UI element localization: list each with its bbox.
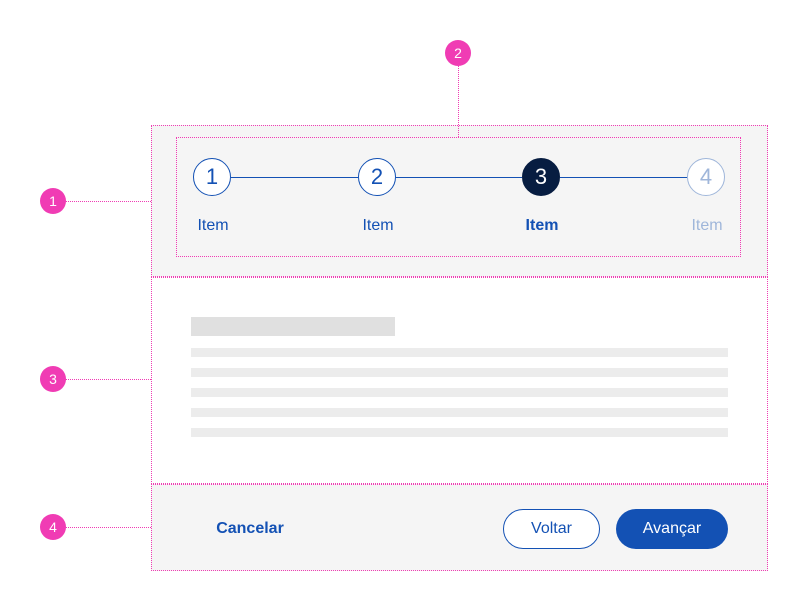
annotation-leader-1 xyxy=(66,201,151,202)
step-connector-1-2 xyxy=(231,177,358,178)
annotation-leader-3 xyxy=(66,379,151,380)
step-connector-3-4 xyxy=(560,177,687,178)
step-4-circle: 4 xyxy=(687,158,725,196)
content-line-placeholder xyxy=(191,348,728,357)
annotation-marker-3: 3 xyxy=(40,366,66,392)
content-line-placeholder xyxy=(191,368,728,377)
annotation-outline-stepper xyxy=(176,137,741,257)
step-2-circle[interactable]: 2 xyxy=(358,158,396,196)
step-3-circle[interactable]: 3 xyxy=(522,158,560,196)
annotation-leader-2 xyxy=(458,66,459,137)
cancel-button[interactable]: Cancelar xyxy=(200,509,300,549)
step-1-circle[interactable]: 1 xyxy=(193,158,231,196)
content-line-placeholder xyxy=(191,388,728,397)
annotation-marker-4: 4 xyxy=(40,514,66,540)
step-4-label: Item xyxy=(691,217,723,234)
step-connector-2-3 xyxy=(396,177,522,178)
content-line-placeholder xyxy=(191,428,728,437)
annotation-marker-1: 1 xyxy=(40,188,66,214)
back-button[interactable]: Voltar xyxy=(503,509,600,549)
annotation-outline-content xyxy=(151,277,768,484)
annotation-leader-4 xyxy=(66,527,151,528)
annotation-marker-2: 2 xyxy=(445,40,471,66)
content-line-placeholder xyxy=(191,408,728,417)
next-button[interactable]: Avançar xyxy=(616,509,728,549)
step-1-label[interactable]: Item xyxy=(173,217,253,235)
step-2-label[interactable]: Item xyxy=(338,217,418,235)
step-3-label[interactable]: Item xyxy=(502,217,582,235)
content-title-placeholder xyxy=(191,317,395,336)
